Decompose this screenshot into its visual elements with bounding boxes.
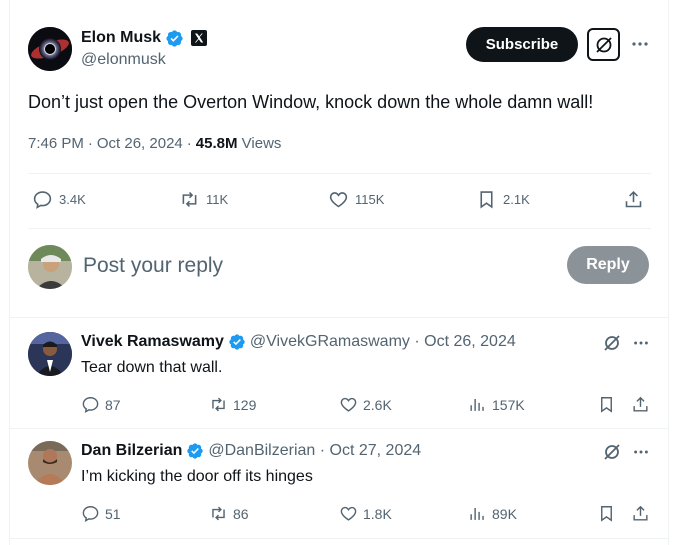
reply-action[interactable]: 51 (81, 504, 121, 523)
repost-action[interactable]: 129 (209, 395, 256, 414)
comment-handle-date[interactable]: @VivekGRamaswamy · Oct 26, 2024 (250, 333, 516, 351)
post-text: Don’t just open the Overton Window, knoc… (28, 92, 594, 112)
views-count: 157K (492, 396, 525, 413)
share-action[interactable] (623, 189, 644, 210)
bookmark-icon (597, 395, 616, 414)
views-label: Views (241, 135, 282, 152)
author-handle[interactable]: @elonmusk (81, 51, 166, 69)
divider (10, 538, 668, 539)
more-icon[interactable] (632, 334, 650, 352)
comment-handle-date[interactable]: @DanBilzerian · Oct 27, 2024 (208, 442, 421, 460)
repost-icon (209, 504, 228, 523)
comment-avatar[interactable] (28, 441, 72, 485)
like-action[interactable]: 2.6K (339, 395, 392, 414)
grok-icon[interactable] (602, 442, 622, 462)
views-icon (468, 395, 487, 414)
reply-action[interactable]: 3.4K (32, 189, 86, 210)
repost-action[interactable]: 86 (209, 504, 249, 523)
like-count: 115K (355, 192, 385, 207)
comment-author-name[interactable]: Dan Bilzerian (81, 442, 182, 460)
like-count: 1.8K (363, 505, 392, 522)
like-action[interactable]: 1.8K (339, 504, 392, 523)
divider (10, 428, 668, 429)
meta-dot: · (186, 135, 192, 152)
like-icon (328, 189, 349, 210)
post-meta: 7:46 PM · Oct 26, 2024 · 45.8M Views (28, 135, 281, 152)
grok-button[interactable] (587, 28, 620, 61)
comment-author-name[interactable]: Vivek Ramaswamy (81, 333, 224, 351)
post-date[interactable]: Oct 26, 2024 (97, 135, 183, 152)
reply-icon (81, 395, 100, 414)
share-action[interactable] (631, 395, 650, 414)
share-action[interactable] (631, 504, 650, 523)
views-count: 89K (492, 505, 517, 522)
reply-count: 3.4K (59, 192, 86, 207)
like-icon (339, 395, 358, 414)
like-action[interactable]: 115K (328, 189, 384, 210)
more-icon[interactable] (630, 34, 650, 54)
like-icon (339, 504, 358, 523)
verified-icon (186, 442, 204, 460)
repost-count: 11K (206, 192, 229, 207)
divider (10, 317, 668, 318)
comment-header: Vivek Ramaswamy @VivekGRamaswamy · Oct 2… (81, 333, 516, 351)
views-action[interactable]: 157K (468, 395, 525, 414)
divider (28, 228, 651, 229)
author-name[interactable]: Elon Musk (81, 29, 161, 47)
bookmark-action[interactable] (597, 395, 616, 414)
divider (28, 173, 651, 174)
bookmark-icon (476, 189, 497, 210)
reply-icon (32, 189, 53, 210)
repost-icon (179, 189, 200, 210)
author-avatar[interactable] (28, 27, 72, 71)
share-icon (631, 395, 650, 414)
share-icon (631, 504, 650, 523)
views-icon (468, 504, 487, 523)
verified-icon (228, 333, 246, 351)
x-logo-icon (188, 30, 208, 46)
author-name-row: Elon Musk (81, 28, 208, 48)
views-count: 45.8M (195, 135, 238, 152)
like-count: 2.6K (363, 396, 392, 413)
meta-dot: · (87, 135, 93, 152)
post-time[interactable]: 7:46 PM (28, 135, 84, 152)
reply-icon (81, 504, 100, 523)
bookmark-action[interactable] (597, 504, 616, 523)
grok-icon[interactable] (602, 333, 622, 353)
comment-text: Tear down that wall. (81, 359, 223, 376)
repost-count: 129 (233, 396, 257, 413)
reply-input[interactable]: Post your reply (83, 254, 223, 278)
more-icon[interactable] (632, 443, 650, 461)
bookmark-action[interactable]: 2.1K (476, 189, 530, 210)
share-icon (623, 189, 644, 210)
reply-button[interactable]: Reply (567, 246, 649, 284)
comment-header: Dan Bilzerian @DanBilzerian · Oct 27, 20… (81, 442, 421, 460)
bookmark-count: 2.1K (503, 192, 530, 207)
comment-avatar[interactable] (28, 332, 72, 376)
subscribe-button[interactable]: Subscribe (466, 27, 578, 62)
grok-icon (594, 35, 614, 55)
current-user-avatar[interactable] (28, 245, 72, 289)
repost-icon (209, 395, 228, 414)
repost-count: 86 (233, 505, 249, 522)
reply-count: 51 (105, 505, 121, 522)
reply-action[interactable]: 87 (81, 395, 121, 414)
bookmark-icon (597, 504, 616, 523)
comment-text: I’m kicking the door off its hinges (81, 468, 313, 485)
reply-count: 87 (105, 396, 121, 413)
verified-icon (165, 29, 184, 48)
repost-action[interactable]: 11K (179, 189, 228, 210)
views-action[interactable]: 89K (468, 504, 517, 523)
